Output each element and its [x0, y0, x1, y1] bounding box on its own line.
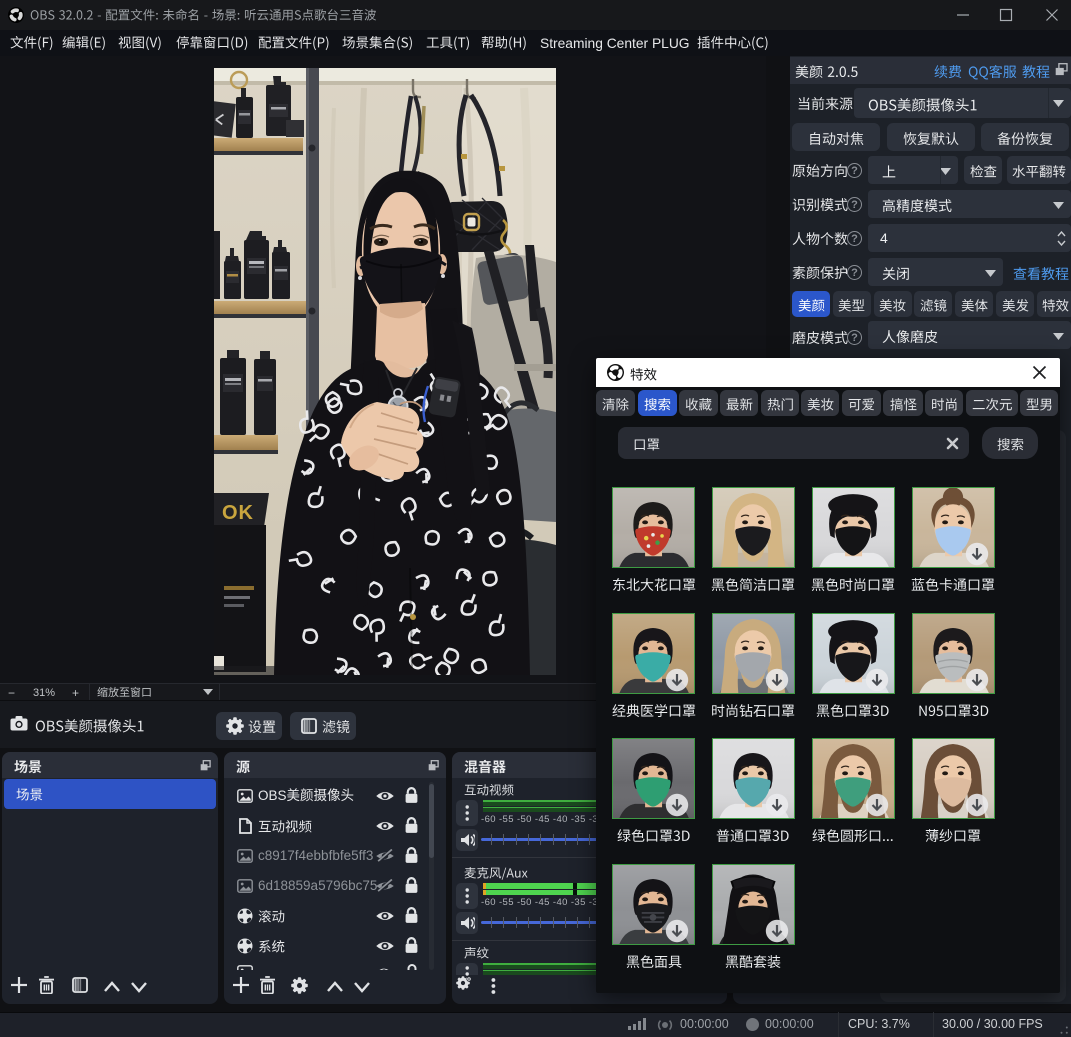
- svg-text:OK: OK: [222, 502, 254, 524]
